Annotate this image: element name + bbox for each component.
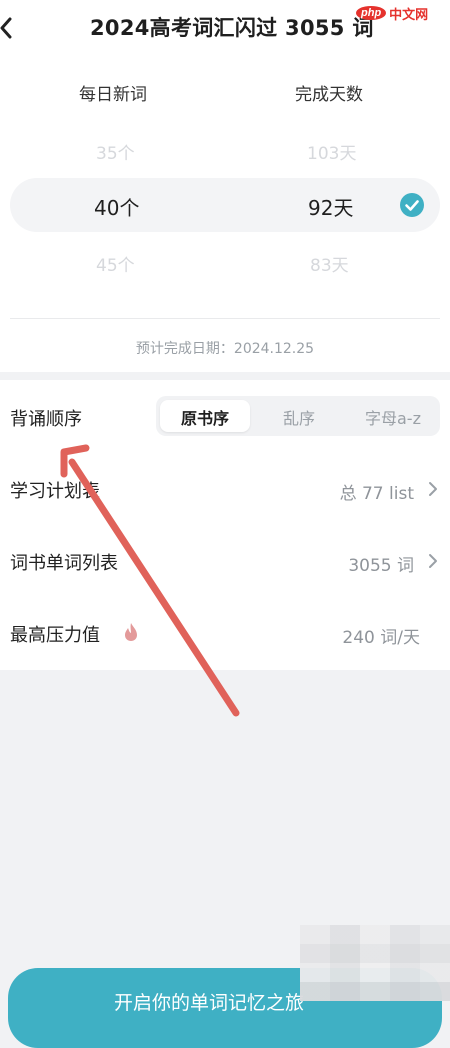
- chevron-left-icon: [0, 17, 12, 39]
- check-circle-icon: [400, 193, 424, 217]
- watermark-text: 中文网: [389, 6, 429, 22]
- column-header-daily-words: 每日新词: [79, 85, 147, 105]
- watermark-logo: php 中文网: [356, 2, 450, 24]
- order-label: 背诵顺序: [10, 409, 82, 430]
- order-option-shuffle[interactable]: 乱序: [254, 405, 344, 429]
- picker-option-words[interactable]: 35个: [96, 139, 135, 164]
- plan-value[interactable]: 总 77 list: [340, 479, 414, 504]
- flame-icon: [125, 623, 137, 641]
- picker-option-days[interactable]: 83天: [310, 251, 349, 276]
- picker-selected-row[interactable]: [10, 178, 440, 232]
- top-bar: 2024高考词汇闪过 3055 词 php 中文网: [0, 0, 450, 58]
- pressure-label: 最高压力值: [10, 625, 100, 646]
- estimated-finish-date: 预计完成日期：2024.12.25: [135, 341, 315, 357]
- picker-option-days[interactable]: 103天: [307, 139, 356, 164]
- page-title: 2024高考词汇闪过 3055 词: [90, 16, 374, 40]
- column-header-days: 完成天数: [295, 85, 363, 105]
- word-list-label[interactable]: 词书单词列表: [10, 549, 118, 575]
- start-button-label: 开启你的单词记忆之旅: [114, 992, 305, 1014]
- selected-words: 40个: [94, 196, 140, 220]
- order-option-original[interactable]: 原书序: [160, 405, 250, 429]
- pressure-value: 240 词/天: [342, 628, 420, 648]
- back-button[interactable]: [0, 14, 20, 42]
- chevron-right-icon[interactable]: [428, 553, 438, 569]
- picker-option-words[interactable]: 45个: [96, 251, 135, 276]
- chevron-right-icon[interactable]: [428, 481, 438, 497]
- selected-days: 92天: [308, 196, 354, 220]
- word-list-value[interactable]: 3055 词: [348, 551, 414, 576]
- watermark-mosaic: [300, 925, 450, 1001]
- watermark-badge: php: [356, 6, 387, 20]
- divider: [10, 318, 440, 319]
- plan-label[interactable]: 学习计划表: [10, 477, 100, 503]
- order-option-alphabetical[interactable]: 字母a-z: [348, 405, 438, 429]
